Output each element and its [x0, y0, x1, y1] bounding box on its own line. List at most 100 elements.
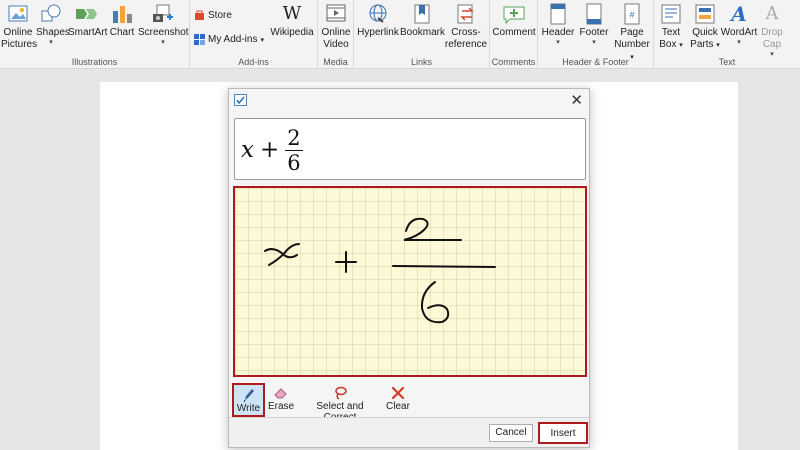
- bookmark-icon: [414, 4, 430, 24]
- page-number-icon: #: [624, 3, 640, 25]
- shapes-icon: [41, 4, 61, 22]
- media-group-label: Media: [323, 57, 348, 67]
- footer-dropdown-icon[interactable]: ▾: [576, 39, 612, 46]
- preview-fraction: 2 6: [285, 125, 303, 175]
- wordart-icon: A: [731, 2, 747, 26]
- header-dropdown-icon[interactable]: ▾: [540, 39, 576, 46]
- handwriting-canvas[interactable]: [233, 186, 587, 377]
- wikipedia-label: Wikipedia: [270, 27, 314, 38]
- shapes-button[interactable]: Shapes ▾: [36, 3, 70, 46]
- footer-label: Footer: [579, 27, 609, 38]
- smartart-button[interactable]: SmartArt: [68, 3, 108, 39]
- insert-button[interactable]: Insert: [538, 422, 588, 444]
- group-addins: Store My Add-ins ▾ W Wikipedia Add-ins: [190, 0, 318, 69]
- preview-operator: +: [259, 137, 280, 163]
- page-number-button[interactable]: # Page Number ▾: [612, 3, 652, 64]
- comment-icon: [503, 6, 525, 25]
- my-addins-button[interactable]: My Add-ins ▾: [194, 34, 264, 45]
- cross-reference-button[interactable]: Cross-reference: [444, 3, 488, 51]
- online-video-label: Online Video: [321, 27, 351, 50]
- online-pictures-label: Online Pictures: [1, 27, 38, 50]
- ink-two: [403, 217, 462, 241]
- lasso-icon: [335, 386, 347, 400]
- text-box-icon: [661, 4, 681, 24]
- bookmark-button[interactable]: Bookmark: [400, 3, 446, 39]
- my-addins-label: My Add-ins: [208, 34, 258, 45]
- screenshot-dropdown-icon[interactable]: ▾: [138, 39, 188, 46]
- ink-plus: [335, 251, 357, 273]
- drop-cap-button[interactable]: A Drop Cap ▾: [758, 3, 786, 58]
- shapes-dropdown-icon[interactable]: ▾: [36, 39, 66, 46]
- preview-numerator: 2: [285, 125, 303, 151]
- text-box-button[interactable]: Text Box ▾: [654, 3, 688, 52]
- erase-tool[interactable]: Erase: [267, 383, 295, 417]
- math-input-app-icon: [234, 94, 247, 106]
- quick-parts-button[interactable]: Quick Parts ▾: [688, 3, 722, 52]
- comment-label: Comment: [492, 27, 536, 38]
- cancel-button[interactable]: Cancel: [489, 424, 533, 442]
- wordart-label: WordArt: [720, 27, 758, 38]
- dialog-footer: Cancel Insert: [229, 417, 589, 447]
- hyperlink-icon: [369, 4, 387, 23]
- eraser-icon: [274, 388, 287, 399]
- preview-denominator: 6: [287, 150, 301, 175]
- erase-label: Erase: [267, 401, 295, 412]
- wikipedia-button[interactable]: W Wikipedia: [268, 3, 316, 39]
- drop-cap-icon: A: [765, 3, 779, 24]
- online-pictures-icon: [8, 5, 28, 22]
- text-box-dropdown-icon[interactable]: ▾: [679, 42, 683, 49]
- header-icon: [550, 3, 566, 25]
- chart-button[interactable]: Chart: [108, 3, 136, 39]
- illustrations-group-label: Illustrations: [71, 57, 118, 67]
- ink-six: [420, 281, 450, 324]
- close-icon[interactable]: ✕: [570, 91, 583, 109]
- hyperlink-button[interactable]: Hyperlink: [356, 3, 400, 39]
- wordart-button[interactable]: A WordArt ▾: [720, 3, 758, 46]
- store-button[interactable]: Store: [194, 10, 232, 21]
- wordart-dropdown-icon[interactable]: ▾: [720, 39, 758, 46]
- math-preview: x + 2 6: [234, 118, 586, 180]
- svg-text:#: #: [629, 10, 634, 20]
- quick-parts-label: Quick Parts: [690, 27, 718, 50]
- bookmark-label: Bookmark: [400, 27, 446, 38]
- select-correct-tool[interactable]: Select and Correct: [299, 383, 381, 423]
- dialog-titlebar: ✕: [229, 89, 589, 113]
- math-input-dialog: ✕ x + 2 6 Write Erase Select and Clear C…: [228, 88, 590, 448]
- comment-button[interactable]: Comment: [491, 3, 537, 39]
- cross-reference-label: Cross-reference: [444, 27, 488, 50]
- store-icon: [195, 10, 204, 20]
- screenshot-button[interactable]: Screenshot ▾: [138, 3, 189, 46]
- page-number-label: Page Number: [614, 27, 650, 50]
- chart-label: Chart: [109, 27, 135, 38]
- quick-parts-icon: [695, 4, 715, 24]
- my-addins-dropdown-icon[interactable]: ▾: [260, 36, 264, 44]
- group-media: Online Video Media: [318, 0, 354, 69]
- footer-button[interactable]: Footer ▾: [576, 3, 612, 46]
- handwritten-expression: [264, 217, 496, 324]
- links-group-label: Links: [410, 57, 432, 67]
- cross-reference-icon: [457, 4, 474, 24]
- header-button[interactable]: Header ▾: [540, 3, 576, 46]
- online-video-button[interactable]: Online Video: [319, 3, 353, 51]
- chart-icon: [113, 6, 132, 23]
- online-video-icon: [326, 4, 346, 22]
- ink-x: [264, 243, 300, 266]
- header-footer-group-label: Header & Footer: [562, 57, 629, 67]
- clear-icon: [391, 386, 405, 400]
- footer-icon: [586, 3, 602, 25]
- ribbon: Online Pictures Shapes ▾ SmartArt Chart …: [0, 0, 800, 69]
- shapes-label: Shapes: [36, 27, 70, 38]
- header-label: Header: [541, 27, 575, 38]
- online-pictures-button[interactable]: Online Pictures: [1, 3, 38, 51]
- screenshot-label: Screenshot: [138, 27, 189, 38]
- write-label: Write: [236, 403, 261, 414]
- wikipedia-icon: W: [282, 3, 302, 24]
- write-tool[interactable]: Write: [232, 383, 265, 417]
- group-header-footer: Header ▾ Footer ▾ # Page Number ▾ Header…: [538, 0, 654, 69]
- ink-toolbar: Write Erase Select and Correct Clear: [229, 383, 589, 423]
- smartart-label: SmartArt: [68, 27, 108, 38]
- group-illustrations: Online Pictures Shapes ▾ SmartArt Chart …: [0, 0, 190, 69]
- clear-tool[interactable]: Clear: [385, 383, 411, 417]
- drop-cap-label: Drop Cap: [761, 27, 783, 50]
- group-comments: Comment Comments: [490, 0, 538, 69]
